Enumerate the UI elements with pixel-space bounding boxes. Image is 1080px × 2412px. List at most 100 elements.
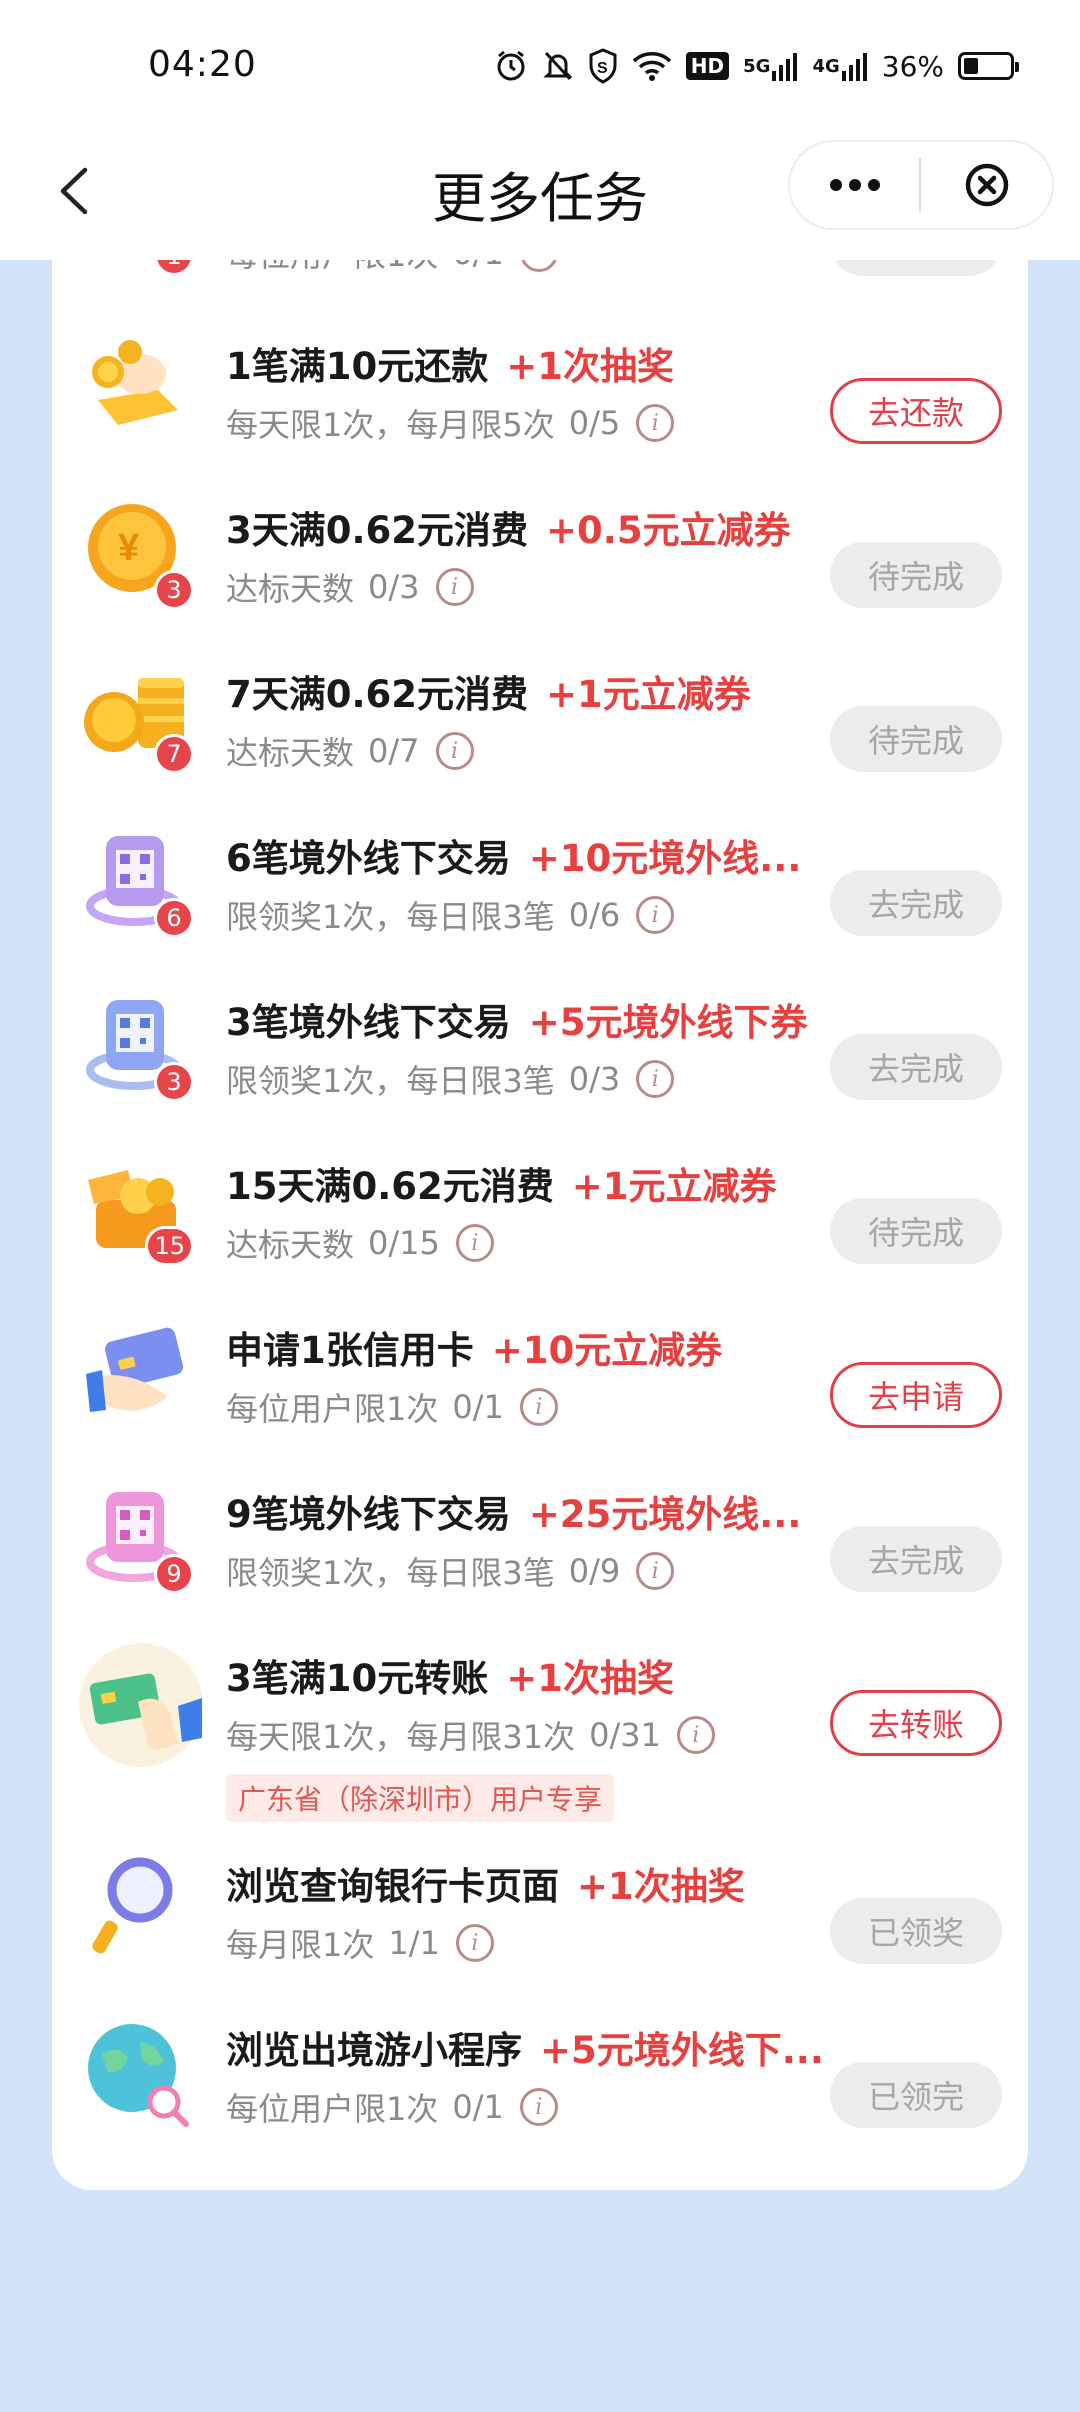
card-hand-icon	[78, 1642, 204, 1768]
task-progress: 0/1	[452, 1388, 504, 1426]
close-button[interactable]	[921, 142, 1052, 228]
task-progress: 0/6	[568, 896, 621, 934]
task-limit: 每月限1次 1/1 i	[226, 1920, 494, 1966]
info-icon[interactable]: i	[636, 404, 675, 442]
task-button[interactable]: 去还款	[830, 378, 1002, 444]
task-limit: 达标天数 0/7 i	[226, 728, 474, 774]
qr-code-blue-icon: 3	[78, 986, 194, 1102]
task-title: 7天满0.62元消费 +1元立减券	[226, 673, 751, 716]
nav-bar: 更多任务	[0, 136, 1080, 260]
region-tag: 广东省（除深圳市）用户专享	[226, 1774, 615, 1822]
task-limit-text: 每月限1次	[226, 1926, 375, 1964]
qr-code-purple-icon: 6	[78, 822, 194, 938]
task-button[interactable]: 待完成	[830, 1198, 1002, 1264]
task-button[interactable]: 已领完	[830, 2062, 1002, 2128]
info-icon[interactable]: i	[636, 896, 675, 934]
battery-icon	[958, 52, 1019, 80]
info-icon[interactable]: i	[676, 1716, 715, 1754]
task-card: 1 每位用户限1次 0/1 i 去完成 1笔满10元还款+1次抽奖 每天	[52, 260, 1028, 2190]
task-limit-text: 达标天数	[226, 1226, 355, 1264]
task-title: 申请1张信用卡 +10元立减券	[226, 1329, 723, 1372]
task-limit-text: 限领奖1次，每日限3笔	[226, 1554, 555, 1592]
info-icon[interactable]: i	[435, 732, 474, 770]
svg-text:¥: ¥	[118, 527, 139, 569]
task-button[interactable]: 去转账	[830, 1690, 1002, 1756]
task-progress: 0/1	[452, 2088, 504, 2126]
hd-icon: HD	[685, 52, 730, 80]
task-reward: +1元立减券	[546, 673, 751, 716]
task-badge: 7	[154, 734, 194, 774]
task-reward: +5元境外线下券	[528, 1001, 808, 1044]
ellipsis-icon	[829, 179, 880, 191]
wifi-icon	[632, 50, 672, 82]
coin-hand-icon	[78, 330, 194, 446]
task-reward: +0.5元立减券	[546, 509, 791, 552]
task-button[interactable]: 待完成	[830, 542, 1002, 608]
info-icon[interactable]: i	[636, 1552, 675, 1590]
magnifier-icon	[78, 1850, 194, 1966]
task-limit-text: 限领奖1次，每日限3笔	[226, 898, 555, 936]
more-button[interactable]	[790, 142, 919, 228]
alarm-icon	[494, 49, 528, 83]
task-limit: 每位用户限1次 0/1 i	[226, 260, 558, 276]
task-limit: 限领奖1次，每日限3笔 0/6 i	[226, 892, 675, 938]
task-progress: 1/1	[388, 1924, 440, 1962]
task-button[interactable]: 去完成	[830, 1526, 1002, 1592]
status-icons: S HD 5G 4G 36%	[494, 48, 1019, 84]
info-icon[interactable]: i	[435, 568, 474, 606]
task-button[interactable]: 待完成	[830, 706, 1002, 772]
task-progress: 0/9	[568, 1552, 621, 1590]
task-title: 3笔满10元转账 +1次抽奖	[226, 1657, 674, 1700]
task-progress: 0/3	[568, 1060, 621, 1098]
info-icon[interactable]: i	[455, 1924, 494, 1962]
task-reward: +1次抽奖	[506, 345, 674, 388]
task-limit-text: 每位用户限1次	[226, 1390, 439, 1428]
task-limit-text: 达标天数	[226, 734, 355, 772]
yuan-coin-icon: ¥ 3	[78, 494, 194, 610]
task-title: 浏览出境游小程序 +5元境外线下...	[226, 2029, 824, 2072]
task-limit-text: 每位用户限1次	[226, 2090, 439, 2128]
task-title: 3笔境外线下交易 +5元境外线下券	[226, 1001, 808, 1044]
task-reward: +1次抽奖	[506, 1657, 674, 1700]
task-badge: 6	[154, 898, 194, 938]
task-button[interactable]: 已领奖	[830, 1898, 1002, 1964]
task-button[interactable]: 去完成	[830, 870, 1002, 936]
task-progress: 0/15	[368, 1224, 440, 1262]
task-title: 9笔境外线下交易 +25元境外线...	[226, 1493, 802, 1536]
task-reward: +25元境外线...	[528, 1493, 802, 1536]
task-badge: 3	[154, 1062, 194, 1102]
task-title: 浏览查询银行卡页面 +1次抽奖	[226, 1865, 745, 1908]
task-reward: +5元境外线下...	[540, 2029, 824, 2072]
info-icon[interactable]: i	[519, 2088, 558, 2126]
5g-signal-icon: 5G	[743, 51, 798, 81]
task-badge: 3	[154, 570, 194, 610]
task-progress: 0/31	[589, 1716, 661, 1754]
info-icon[interactable]: i	[455, 1224, 494, 1262]
task-limit-text: 每天限1次，每月限5次	[226, 406, 555, 444]
treasure-box-icon: 15	[78, 1150, 194, 1266]
task-limit: 每位用户限1次 0/1 i	[226, 2084, 558, 2130]
task-button[interactable]: 去申请	[830, 1362, 1002, 1428]
task-badge: 9	[154, 1554, 194, 1594]
task-button[interactable]: 去完成	[830, 1034, 1002, 1100]
task-limit-text: 每天限1次，每月限31次	[226, 1718, 576, 1756]
task-title: 15天满0.62元消费 +1元立减券	[226, 1165, 777, 1208]
info-icon[interactable]: i	[519, 1388, 558, 1426]
battery-text: 36%	[881, 49, 944, 83]
status-time: 04:20	[148, 44, 257, 85]
scroll-area[interactable]: 1 每位用户限1次 0/1 i 去完成 1笔满10元还款+1次抽奖 每天	[0, 260, 1080, 2412]
task-limit-text: 限领奖1次，每日限3笔	[226, 1062, 555, 1100]
mini-program-capsule	[788, 140, 1054, 230]
info-icon[interactable]: i	[636, 1060, 675, 1098]
task-progress: 0/1	[452, 260, 504, 272]
task-button[interactable]: 去完成	[830, 260, 1002, 276]
task-badge: 15	[145, 1226, 194, 1266]
task-limit: 每天限1次，每月限31次 0/31 i	[226, 1712, 715, 1758]
task-limit: 达标天数 0/15 i	[226, 1220, 494, 1266]
info-icon[interactable]: i	[519, 260, 558, 272]
status-bar: 04:20 S HD 5G 4G 36%	[0, 0, 1080, 136]
task-limit: 每天限1次，每月限5次 0/5 i	[226, 400, 675, 446]
qr-code-pink-icon: 9	[78, 1478, 194, 1594]
task-reward: +10元立减券	[491, 1329, 723, 1372]
task-progress: 0/5	[568, 404, 621, 442]
